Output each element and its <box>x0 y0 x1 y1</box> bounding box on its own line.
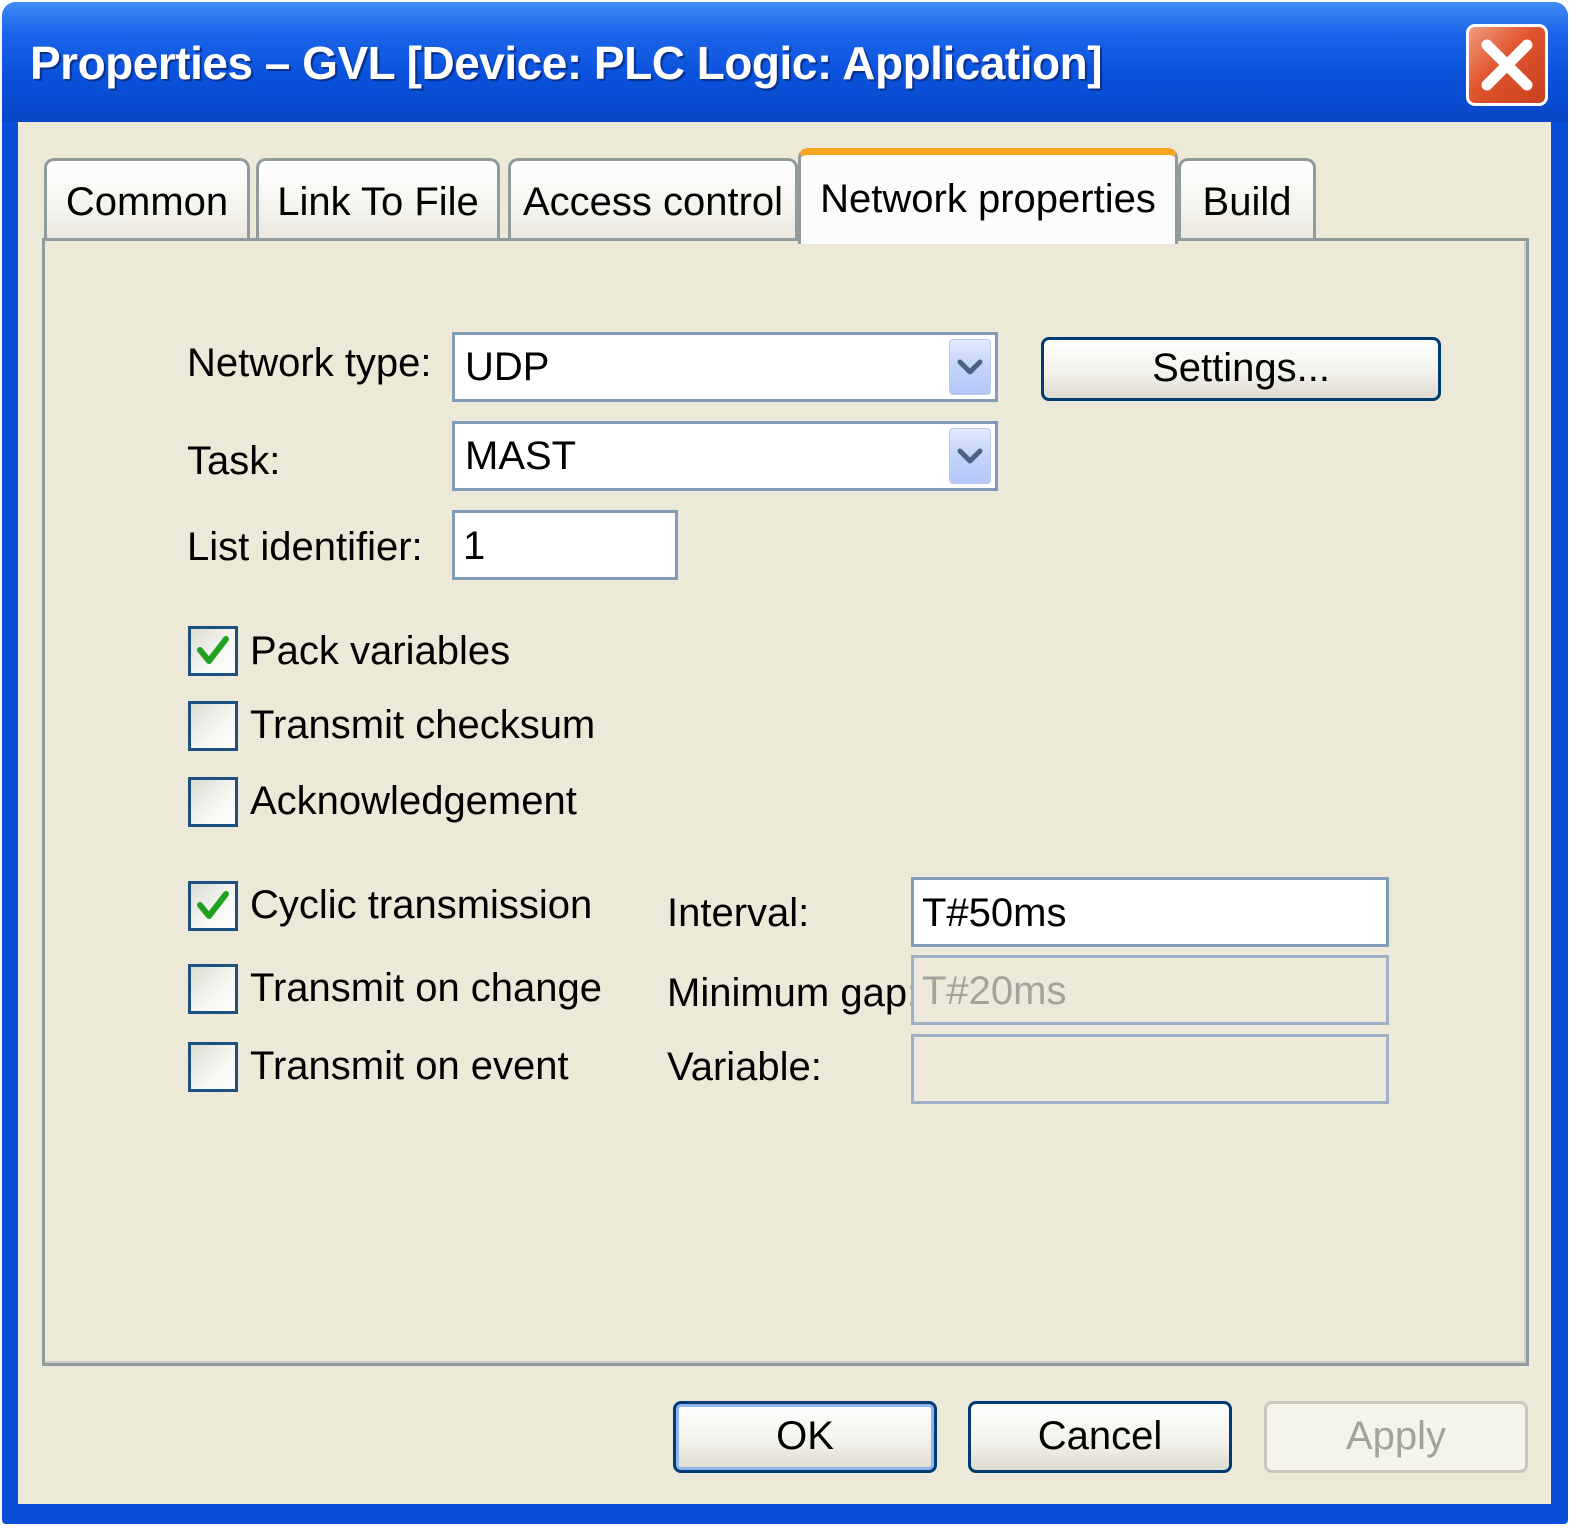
task-label: Task: <box>187 439 281 483</box>
apply-button[interactable]: Apply <box>1264 1401 1528 1473</box>
variable-input[interactable] <box>911 1034 1389 1104</box>
transmit-on-change-label: Transmit on change <box>250 966 603 1010</box>
checkmark-icon <box>197 636 229 664</box>
cancel-button[interactable]: Cancel <box>968 1401 1232 1473</box>
chevron-down-icon <box>957 448 983 464</box>
tab-network-properties[interactable]: Network properties <box>798 148 1178 244</box>
network-properties-panel: Network type: UDP Settings... Task: MAST <box>42 238 1529 1366</box>
pack-variables-label: Pack variables <box>250 629 511 673</box>
task-select[interactable]: MAST <box>452 421 998 491</box>
transmit-checksum-checkbox[interactable] <box>188 701 238 751</box>
interval-input[interactable]: T#50ms <box>911 877 1389 947</box>
tab-access-control[interactable]: Access control <box>508 158 798 240</box>
network-type-select[interactable]: UDP <box>452 332 998 402</box>
cyclic-transmission-checkbox[interactable] <box>188 881 238 931</box>
checkmark-icon <box>197 891 229 919</box>
properties-dialog: Properties – GVL [Device: PLC Logic: App… <box>2 2 1568 1524</box>
list-identifier-label: List identifier: <box>187 525 423 569</box>
tab-link-to-file[interactable]: Link To File <box>256 158 500 240</box>
task-dropdown-button[interactable] <box>949 428 991 484</box>
minimum-gap-input[interactable]: T#20ms <box>911 955 1389 1025</box>
list-identifier-input[interactable]: 1 <box>452 510 678 580</box>
network-type-label: Network type: <box>187 341 432 385</box>
acknowledgement-checkbox[interactable] <box>188 777 238 827</box>
task-value: MAST <box>465 434 577 478</box>
interval-label: Interval: <box>667 891 810 935</box>
network-type-dropdown-button[interactable] <box>949 339 991 395</box>
variable-label: Variable: <box>667 1045 822 1089</box>
window-title: Properties – GVL [Device: PLC Logic: App… <box>30 37 1103 89</box>
transmit-on-change-checkbox[interactable] <box>188 964 238 1014</box>
ok-button[interactable]: OK <box>673 1401 937 1473</box>
chevron-down-icon <box>957 359 983 375</box>
title-bar[interactable]: Properties – GVL [Device: PLC Logic: App… <box>2 2 1568 122</box>
tab-build[interactable]: Build <box>1178 158 1316 240</box>
dialog-client-area: Common Link To File Access control Netwo… <box>18 122 1551 1504</box>
settings-button[interactable]: Settings... <box>1041 337 1441 401</box>
transmit-on-event-label: Transmit on event <box>250 1044 569 1088</box>
close-icon <box>1481 39 1533 91</box>
transmit-checksum-label: Transmit checksum <box>250 703 596 747</box>
minimum-gap-label: Minimum gap: <box>667 971 919 1015</box>
pack-variables-checkbox[interactable] <box>188 626 238 676</box>
acknowledgement-label: Acknowledgement <box>250 779 577 823</box>
close-button[interactable] <box>1466 24 1548 106</box>
network-type-value: UDP <box>465 345 550 389</box>
transmit-on-event-checkbox[interactable] <box>188 1042 238 1092</box>
tab-common[interactable]: Common <box>44 158 250 240</box>
cyclic-transmission-label: Cyclic transmission <box>250 883 593 927</box>
